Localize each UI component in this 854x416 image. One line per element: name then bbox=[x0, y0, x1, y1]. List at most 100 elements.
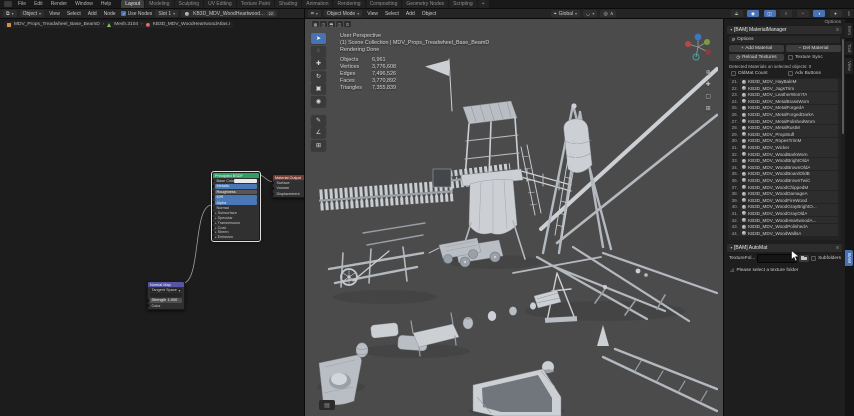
menu-item[interactable]: Select bbox=[65, 11, 83, 17]
shader-editor[interactable]: MDV_Props_Treadwheel_Base_BeamD Mesh.310… bbox=[0, 19, 305, 416]
sidebar-tab[interactable]: BAM bbox=[845, 250, 853, 266]
node-socket-row[interactable]: Alpha bbox=[215, 200, 257, 205]
strength-socket[interactable] bbox=[147, 299, 149, 301]
proportional-edit-dropdown[interactable]: ◎∧ bbox=[600, 10, 616, 17]
input-socket[interactable] bbox=[212, 222, 214, 224]
workspace-tab[interactable]: Sculpting bbox=[175, 0, 204, 8]
input-socket[interactable] bbox=[212, 191, 214, 193]
input-socket[interactable] bbox=[272, 182, 274, 184]
menu-item[interactable]: View bbox=[365, 11, 380, 17]
material-list-item[interactable]: 24. KB3D_MDV_MetalBrassWorn bbox=[729, 98, 838, 104]
input-socket[interactable] bbox=[212, 201, 214, 203]
menu-item[interactable]: Help bbox=[97, 1, 115, 7]
toolbar-tool-button[interactable]: ↻ bbox=[311, 71, 326, 82]
sidebar-tab[interactable]: View bbox=[845, 58, 853, 74]
material-selector[interactable]: KB3D_MDV_WoodHeartwoodAtlas.I 22 bbox=[181, 10, 276, 17]
material-list-item[interactable]: 27. KB3D_MDV_MetalPolishedWorn bbox=[729, 118, 838, 124]
toolbar-tool-button[interactable]: ✎ bbox=[311, 115, 326, 126]
material-list-item[interactable]: 30. KB3D_MDV_RopesTrimM bbox=[729, 138, 838, 144]
viewport-toggle-icon[interactable]: ▦ bbox=[312, 21, 319, 27]
node-socket-row[interactable]: Normal bbox=[215, 206, 257, 211]
node-socket-row[interactable]: Surface bbox=[275, 181, 304, 186]
material-list-item[interactable]: 33. KB3D_MDV_WoodBrightOldA bbox=[729, 158, 838, 164]
input-socket[interactable] bbox=[272, 193, 274, 195]
menu-item[interactable]: Object bbox=[420, 11, 438, 17]
material-list-item[interactable]: 29. KB3D_MDV_PropStuff bbox=[729, 131, 838, 137]
editor-type-dropdown[interactable]: ⌗▾ bbox=[308, 10, 321, 17]
input-socket[interactable] bbox=[272, 187, 274, 189]
node-section-row[interactable]: Emission bbox=[215, 235, 257, 239]
users-count-badge[interactable]: 22 bbox=[267, 11, 274, 16]
list-scrollbar[interactable] bbox=[842, 39, 844, 134]
material-list-item[interactable]: 32. KB3D_MDV_WoodBarkWorn bbox=[729, 151, 838, 157]
use-nodes-checkbox[interactable]: Use Nodes bbox=[121, 11, 153, 17]
menu-item[interactable]: Add bbox=[404, 11, 417, 17]
toolbar-tool-button[interactable]: ⊞ bbox=[311, 140, 326, 151]
adv-buttons-checkbox[interactable]: Adv Buttons bbox=[788, 70, 821, 76]
input-socket[interactable] bbox=[212, 207, 214, 209]
menu-item[interactable]: Window bbox=[71, 1, 97, 7]
editor-type-dropdown[interactable]: ⧉▾ bbox=[3, 10, 17, 17]
node-socket-row[interactable]: Base Color bbox=[215, 179, 257, 184]
menu-item[interactable]: View bbox=[47, 11, 62, 17]
node-normal-map[interactable]: Normal Map Tangent Space▾ Strength 1.000… bbox=[147, 281, 185, 310]
uvmap-selector[interactable] bbox=[150, 293, 182, 297]
viewport-header-icon[interactable]: ● bbox=[830, 10, 842, 17]
panel-menu-icon[interactable]: ≡ bbox=[836, 27, 839, 33]
viewport-3d[interactable]: ▦ ◳ ⬒ ◫ ⊡ ➤ ◌ ✚ ↻ ▣ ◉ bbox=[305, 19, 723, 416]
material-list-item[interactable]: 44. KB3D_MDV_WoodWallsA bbox=[729, 230, 838, 236]
add-material-button[interactable]: Add Material bbox=[729, 45, 784, 52]
toolbar-tool-button[interactable]: ◉ bbox=[311, 96, 326, 107]
viewport-header-icon[interactable]: ◫ bbox=[764, 10, 776, 17]
del-material-button[interactable]: Del Material bbox=[786, 45, 841, 52]
node-section-row[interactable]: Subsurface bbox=[215, 211, 257, 215]
workspace-tab[interactable]: Texture Paint bbox=[237, 0, 274, 8]
input-socket[interactable] bbox=[212, 196, 214, 198]
reload-textures-button[interactable]: Reload Textures bbox=[729, 54, 784, 61]
node-material-output[interactable]: Material Output Surface Volume Displacem… bbox=[272, 174, 305, 198]
workspace-tab[interactable]: + bbox=[478, 0, 489, 8]
normal-space-dropdown[interactable]: Tangent Space▾ bbox=[150, 288, 182, 292]
node-section-row[interactable]: Transmission bbox=[215, 221, 257, 225]
workspace-tab[interactable]: Modeling bbox=[145, 0, 173, 8]
panel-menu-icon[interactable]: ≡ bbox=[836, 245, 839, 251]
material-list-item[interactable]: 21. KB3D_MDV_HayBaleM bbox=[729, 79, 838, 85]
viewport-nav-icon[interactable]: ⊞ bbox=[705, 105, 711, 112]
slot-dropdown[interactable]: Slot 1▾ bbox=[155, 10, 178, 17]
material-list-item[interactable]: 43. KB3D_MDV_WoodPolishedA bbox=[729, 224, 838, 230]
viewport-nav-icon[interactable]: ⊕ bbox=[705, 69, 711, 76]
strength-value[interactable]: 1.000 bbox=[166, 298, 182, 302]
input-socket[interactable] bbox=[212, 180, 214, 182]
viewport-header-icon[interactable]: ◑ bbox=[813, 10, 825, 17]
sidebar-tab[interactable]: Tool bbox=[845, 41, 853, 55]
menu-item[interactable]: Node bbox=[102, 11, 118, 17]
workspace-tab[interactable]: Compositing bbox=[366, 0, 402, 8]
material-list-item[interactable]: 39. KB3D_MDV_WoodFireWood bbox=[729, 197, 838, 203]
texture-folder-input[interactable] bbox=[757, 254, 797, 263]
viewport-toggle-icon[interactable]: ⊡ bbox=[344, 21, 351, 27]
toolbar-tool-button[interactable]: ◌ bbox=[311, 46, 326, 57]
material-list-item[interactable]: 34. KB3D_MDV_WoodBrownOldA bbox=[729, 164, 838, 170]
menu-item[interactable]: Add bbox=[86, 11, 99, 17]
snap-dropdown[interactable]: ◡▾ bbox=[583, 10, 597, 17]
material-list-item[interactable]: 25. KB3D_MDV_MetalForgedA bbox=[729, 105, 838, 111]
viewport-options-dropdown[interactable]: Options bbox=[824, 20, 841, 25]
workspace-tab[interactable]: Animation bbox=[302, 0, 332, 8]
sidebar-tab[interactable]: Item bbox=[845, 23, 853, 38]
menu-item[interactable]: Select bbox=[383, 11, 401, 17]
node-socket-row[interactable]: IOR bbox=[215, 195, 257, 200]
material-list-item[interactable]: 36. KB3D_MDV_WoodBrownTwiC bbox=[729, 177, 838, 183]
node-section-row[interactable]: Specular bbox=[215, 216, 257, 220]
workspace-tab[interactable]: Geometry Nodes bbox=[402, 0, 448, 8]
input-socket[interactable] bbox=[212, 185, 214, 187]
viewport-toggle-icon[interactable]: ◫ bbox=[336, 21, 343, 27]
node-socket-row[interactable]: Displacement bbox=[275, 192, 304, 197]
toolbar-tool-button[interactable]: ∠ bbox=[311, 127, 326, 138]
navigation-gizmo[interactable] bbox=[683, 31, 713, 63]
material-manager-header[interactable]: [BAM] MaterialManager≡ bbox=[727, 26, 842, 34]
automat-header[interactable]: [BAM] AutoMat≡ bbox=[727, 244, 842, 252]
workspace-tab[interactable]: Scripting bbox=[449, 0, 476, 8]
material-list-item[interactable]: 40. KB3D_MDV_WoodGrayBrightO... bbox=[729, 204, 838, 210]
oldmat-count-checkbox[interactable]: OldMat Count bbox=[731, 70, 768, 76]
node-socket-row[interactable]: Metallic bbox=[215, 184, 257, 189]
